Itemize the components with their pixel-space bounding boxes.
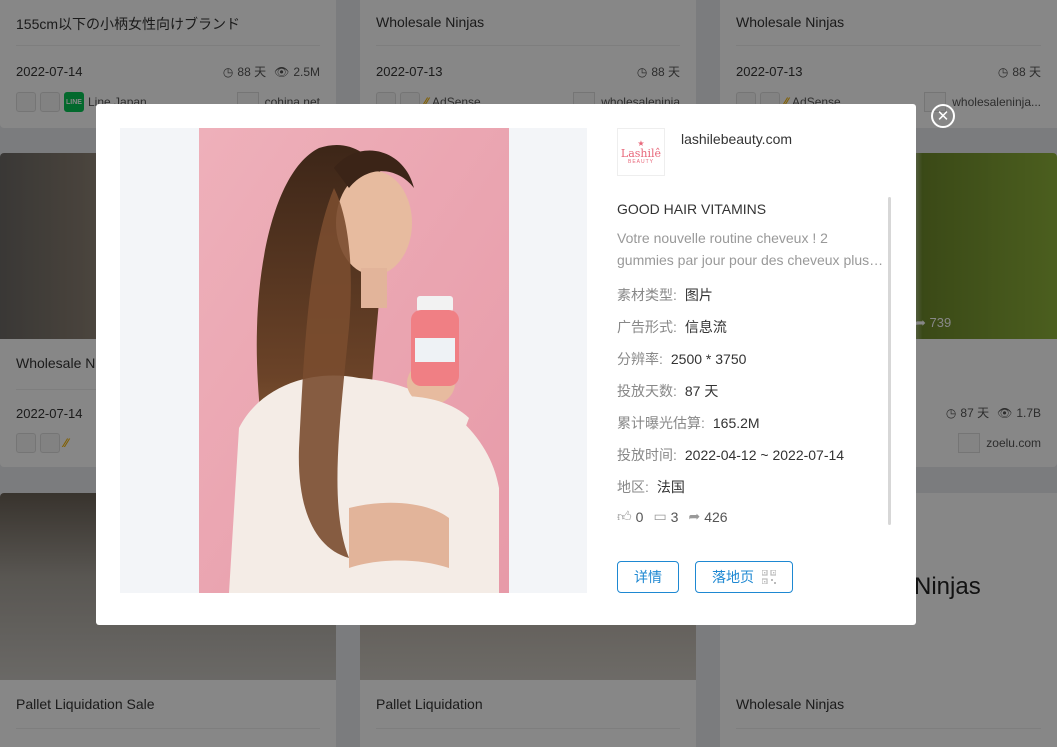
advertiser-domain[interactable]: lashilebeauty.com: [681, 131, 792, 147]
brand-logo: ★ Lashilê BEAUTY: [617, 128, 665, 176]
ad-description: Votre nouvelle routine cheveux ! 2 gummi…: [617, 227, 885, 271]
comments: ▭ 3: [653, 508, 679, 525]
landing-page-button[interactable]: 落地页: [695, 561, 793, 593]
field-material-type: 素材类型: 图片: [617, 287, 713, 303]
ad-media-area: [120, 128, 587, 593]
qr-code-icon[interactable]: [762, 570, 776, 584]
field-days: 投放天数: 87 天: [617, 383, 719, 399]
comment-icon: ▭: [653, 508, 667, 524]
brand-logo-text: Lashilê: [620, 146, 662, 160]
field-resolution: 分辨率: 2500 * 3750: [617, 351, 747, 367]
ad-image[interactable]: [199, 128, 509, 593]
field-impressions: 累计曝光估算: 165.2M: [617, 415, 760, 431]
ad-info-panel: GOOD HAIR VITAMINS Votre nouvelle routin…: [617, 198, 885, 525]
detail-button[interactable]: 详情: [617, 561, 679, 593]
likes: 👍︎ 0: [617, 508, 644, 525]
description-line: gummies par jour pour des cheveux plus…: [617, 252, 884, 268]
share-icon: ➦: [688, 508, 701, 524]
close-icon[interactable]: ✕: [931, 104, 955, 128]
thumbs-up-icon: 👍︎: [617, 508, 632, 524]
ad-detail-modal: ★ Lashilê BEAUTY lashilebeauty.com GOOD …: [96, 104, 916, 625]
reactions: 👍︎ 0 ▭ 3 ➦ 426: [617, 508, 738, 525]
shares: ➦ 426: [688, 508, 728, 525]
field-ad-format: 广告形式: 信息流: [617, 319, 727, 335]
field-date-range: 投放时间: 2022-04-12 ~ 2022-07-14: [617, 447, 845, 463]
landing-page-label: 落地页: [712, 569, 754, 585]
brand-logo-sub: BEAUTY: [627, 158, 654, 165]
description-line: Votre nouvelle routine cheveux ! 2: [617, 230, 828, 246]
scrollbar[interactable]: [888, 197, 891, 525]
ad-title: GOOD HAIR VITAMINS: [617, 201, 767, 217]
field-region: 地区: 法国: [617, 479, 685, 495]
ad-photo-illustration: [199, 128, 509, 593]
